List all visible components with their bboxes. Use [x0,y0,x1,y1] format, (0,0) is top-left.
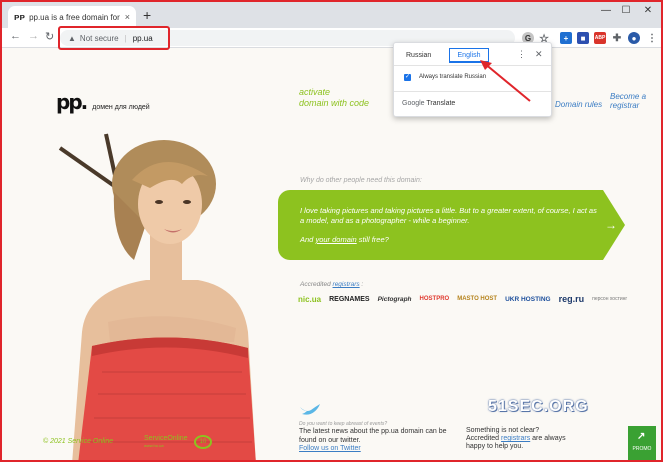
registrar-logo-regnames[interactable]: REGNAMES [329,296,369,303]
translate-word: Translate [424,100,456,107]
cta-after: still free? [356,235,389,244]
become-registrar-link[interactable]: Become a registrar [610,92,646,110]
extension-blue-icon[interactable]: ■ [577,32,589,44]
minimize-button[interactable]: — [596,5,616,16]
annotation-arrow [480,60,531,102]
registrar-logo-reg-ru[interactable]: reg.ru [559,294,585,304]
registrar-logo-pictograph[interactable]: Pictograph [378,296,412,303]
activate-line1: activate [299,87,331,97]
service-logo-subtext: www.ho.ua [144,443,164,448]
reload-button[interactable]: ↻ [45,30,54,43]
activate-line2: domain with code [299,98,370,108]
forward-button[interactable]: → [28,30,39,42]
help-registrars-link[interactable]: registrars [501,435,530,442]
watermark: 51SEC.ORG [488,398,589,415]
new-tab-button[interactable]: + [143,8,151,22]
why-heading: Why do other people need this domain: [300,177,422,184]
service-anniversary-badge: 10 [194,435,212,449]
service-online-logo[interactable]: ServiceOnline www.ho.ua [144,435,188,449]
translate-source-tab[interactable]: Russian [406,52,431,59]
your-domain-link[interactable]: your domain [315,235,356,244]
promo-arrow-icon: ↗ [637,431,646,442]
registrar-logo-ukrhosting[interactable]: UKR HOSTING [505,296,551,303]
activate-domain-link[interactable]: activate domain with code [299,87,399,109]
promo-badge[interactable]: ↗ PROMO [628,426,656,460]
testimonial-quote: I love taking pictures and taking pictur… [300,206,597,225]
site-logo[interactable]: pp. домен для людей [56,90,150,114]
help-text: Something is not clear? Accredited regis… [466,427,586,451]
twitter-bird-icon[interactable] [299,403,321,417]
extensions-puzzle-icon[interactable]: ✚ [611,32,623,44]
registrars-link[interactable]: registrars [333,281,360,288]
become-line2: registrar [610,101,640,110]
help-before: Accredited [466,435,502,442]
promo-label: PROMO [632,446,652,452]
registrar-logo-nic-ua[interactable]: nic.ua [298,295,321,304]
back-button[interactable]: ← [10,30,21,42]
maximize-button[interactable]: ☐ [616,5,636,16]
accredited-after: : [359,281,364,288]
address-bar-highlight [58,26,170,50]
profile-avatar-icon[interactable]: ● [628,32,640,44]
service-logo-text: ServiceOnline [144,435,188,442]
accredited-registrars-heading: Accredited registrars : [300,281,363,288]
browser-tab[interactable]: ᴘᴘ pp.ua is a free domain for people × [8,6,136,28]
twitter-news-text: The latest news about the pp.ua domain c… [299,428,447,444]
google-word: Google [402,100,425,107]
google-translate-brand: Google Translate [402,100,455,107]
arrow-right-icon[interactable]: → [605,218,617,232]
tab-title: pp.ua is a free domain for people [29,12,122,22]
model-photo [58,133,256,460]
help-line2: Accredited registrars are always happy t… [466,435,586,451]
cta-before: And [300,235,316,244]
domain-rules-link[interactable]: Domain rules [555,100,602,109]
follow-twitter-link[interactable]: Follow us on Twitter [299,445,361,452]
accredited-before: Accredited [300,281,333,288]
registrar-logo-person-hosting[interactable]: персон хостинг [592,296,627,302]
favicon-icon: ᴘᴘ [14,12,26,22]
logo-mark: pp. [56,90,88,114]
help-line1: Something is not clear? [466,427,540,434]
registrar-logos: nic.ua REGNAMES Pictograph HOSTPRO MASTO… [298,290,643,308]
registrar-logo-hostpro[interactable]: HOSTPRO [420,296,450,302]
copyright-text: © 2021 Service Online [43,438,114,445]
extension-red-icon[interactable]: ABP [594,32,606,44]
tab-close-icon[interactable]: × [125,12,130,22]
testimonial-cta: And your domain still free? [300,235,389,244]
chrome-menu-icon[interactable]: ⋮ [646,32,658,44]
logo-text: домен для людей [92,104,150,111]
extension-plus-icon[interactable]: + [560,32,572,44]
registrar-logo-mastohost[interactable]: MASTO HOST [457,296,497,302]
always-translate-checkbox[interactable]: ✓ [404,74,411,81]
tab-strip: ᴘᴘ pp.ua is a free domain for people × +… [2,2,661,28]
become-line1: Become a [610,92,647,101]
window-close-button[interactable]: ✕ [638,5,658,16]
screenshot-frame: ᴘᴘ pp.ua is a free domain for people × +… [0,0,663,462]
